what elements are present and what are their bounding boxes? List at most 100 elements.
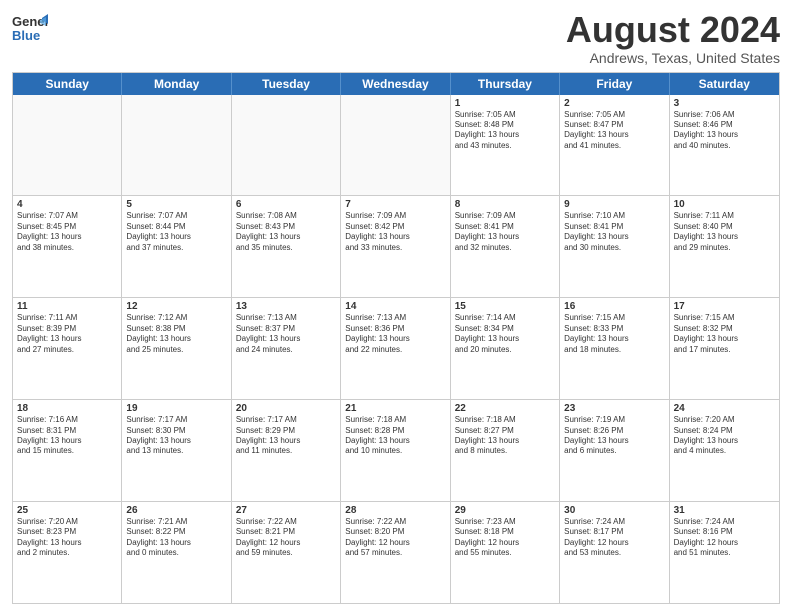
day-cell-7: 7Sunrise: 7:09 AM Sunset: 8:42 PM Daylig… xyxy=(341,196,450,297)
day-number: 29 xyxy=(455,505,555,516)
day-info: Sunrise: 7:22 AM Sunset: 8:21 PM Dayligh… xyxy=(236,517,336,559)
day-info: Sunrise: 7:19 AM Sunset: 8:26 PM Dayligh… xyxy=(564,415,664,457)
day-info: Sunrise: 7:14 AM Sunset: 8:34 PM Dayligh… xyxy=(455,313,555,355)
day-number: 26 xyxy=(126,505,226,516)
header-day-friday: Friday xyxy=(560,73,669,95)
day-info: Sunrise: 7:05 AM Sunset: 8:47 PM Dayligh… xyxy=(564,110,664,152)
day-cell-3: 3Sunrise: 7:06 AM Sunset: 8:46 PM Daylig… xyxy=(670,95,779,196)
day-cell-14: 14Sunrise: 7:13 AM Sunset: 8:36 PM Dayli… xyxy=(341,298,450,399)
day-number: 25 xyxy=(17,505,117,516)
day-cell-31: 31Sunrise: 7:24 AM Sunset: 8:16 PM Dayli… xyxy=(670,502,779,603)
day-cell-6: 6Sunrise: 7:08 AM Sunset: 8:43 PM Daylig… xyxy=(232,196,341,297)
logo: General Blue xyxy=(12,10,48,46)
page: General Blue August 2024 Andrews, Texas,… xyxy=(0,0,792,612)
day-number: 30 xyxy=(564,505,664,516)
day-info: Sunrise: 7:11 AM Sunset: 8:39 PM Dayligh… xyxy=(17,313,117,355)
day-number: 5 xyxy=(126,199,226,210)
subtitle: Andrews, Texas, United States xyxy=(566,50,780,66)
day-info: Sunrise: 7:20 AM Sunset: 8:24 PM Dayligh… xyxy=(674,415,775,457)
day-number: 28 xyxy=(345,505,445,516)
header-day-tuesday: Tuesday xyxy=(232,73,341,95)
day-cell-29: 29Sunrise: 7:23 AM Sunset: 8:18 PM Dayli… xyxy=(451,502,560,603)
day-info: Sunrise: 7:18 AM Sunset: 8:28 PM Dayligh… xyxy=(345,415,445,457)
empty-cell xyxy=(232,95,341,196)
day-cell-10: 10Sunrise: 7:11 AM Sunset: 8:40 PM Dayli… xyxy=(670,196,779,297)
day-info: Sunrise: 7:11 AM Sunset: 8:40 PM Dayligh… xyxy=(674,211,775,253)
day-info: Sunrise: 7:13 AM Sunset: 8:36 PM Dayligh… xyxy=(345,313,445,355)
day-number: 8 xyxy=(455,199,555,210)
day-number: 1 xyxy=(455,98,555,109)
empty-cell xyxy=(341,95,450,196)
header-day-sunday: Sunday xyxy=(13,73,122,95)
calendar-header: SundayMondayTuesdayWednesdayThursdayFrid… xyxy=(13,73,779,95)
day-cell-5: 5Sunrise: 7:07 AM Sunset: 8:44 PM Daylig… xyxy=(122,196,231,297)
day-number: 27 xyxy=(236,505,336,516)
logo-icon: General Blue xyxy=(12,10,48,46)
day-cell-1: 1Sunrise: 7:05 AM Sunset: 8:48 PM Daylig… xyxy=(451,95,560,196)
day-info: Sunrise: 7:20 AM Sunset: 8:23 PM Dayligh… xyxy=(17,517,117,559)
day-number: 24 xyxy=(674,403,775,414)
calendar: SundayMondayTuesdayWednesdayThursdayFrid… xyxy=(12,72,780,604)
day-cell-11: 11Sunrise: 7:11 AM Sunset: 8:39 PM Dayli… xyxy=(13,298,122,399)
day-number: 16 xyxy=(564,301,664,312)
day-info: Sunrise: 7:13 AM Sunset: 8:37 PM Dayligh… xyxy=(236,313,336,355)
day-cell-27: 27Sunrise: 7:22 AM Sunset: 8:21 PM Dayli… xyxy=(232,502,341,603)
header-day-thursday: Thursday xyxy=(451,73,560,95)
day-info: Sunrise: 7:18 AM Sunset: 8:27 PM Dayligh… xyxy=(455,415,555,457)
day-cell-19: 19Sunrise: 7:17 AM Sunset: 8:30 PM Dayli… xyxy=(122,400,231,501)
calendar-row-3: 18Sunrise: 7:16 AM Sunset: 8:31 PM Dayli… xyxy=(13,400,779,502)
calendar-body: 1Sunrise: 7:05 AM Sunset: 8:48 PM Daylig… xyxy=(13,95,779,603)
day-number: 14 xyxy=(345,301,445,312)
title-block: August 2024 Andrews, Texas, United State… xyxy=(566,10,780,66)
day-number: 22 xyxy=(455,403,555,414)
header-day-monday: Monday xyxy=(122,73,231,95)
day-cell-25: 25Sunrise: 7:20 AM Sunset: 8:23 PM Dayli… xyxy=(13,502,122,603)
day-number: 3 xyxy=(674,98,775,109)
day-info: Sunrise: 7:09 AM Sunset: 8:41 PM Dayligh… xyxy=(455,211,555,253)
day-info: Sunrise: 7:05 AM Sunset: 8:48 PM Dayligh… xyxy=(455,110,555,152)
day-cell-24: 24Sunrise: 7:20 AM Sunset: 8:24 PM Dayli… xyxy=(670,400,779,501)
day-number: 17 xyxy=(674,301,775,312)
day-cell-17: 17Sunrise: 7:15 AM Sunset: 8:32 PM Dayli… xyxy=(670,298,779,399)
day-cell-2: 2Sunrise: 7:05 AM Sunset: 8:47 PM Daylig… xyxy=(560,95,669,196)
day-number: 31 xyxy=(674,505,775,516)
day-cell-21: 21Sunrise: 7:18 AM Sunset: 8:28 PM Dayli… xyxy=(341,400,450,501)
day-number: 9 xyxy=(564,199,664,210)
day-info: Sunrise: 7:15 AM Sunset: 8:33 PM Dayligh… xyxy=(564,313,664,355)
day-info: Sunrise: 7:07 AM Sunset: 8:45 PM Dayligh… xyxy=(17,211,117,253)
day-cell-30: 30Sunrise: 7:24 AM Sunset: 8:17 PM Dayli… xyxy=(560,502,669,603)
day-cell-22: 22Sunrise: 7:18 AM Sunset: 8:27 PM Dayli… xyxy=(451,400,560,501)
day-cell-28: 28Sunrise: 7:22 AM Sunset: 8:20 PM Dayli… xyxy=(341,502,450,603)
day-info: Sunrise: 7:15 AM Sunset: 8:32 PM Dayligh… xyxy=(674,313,775,355)
day-cell-26: 26Sunrise: 7:21 AM Sunset: 8:22 PM Dayli… xyxy=(122,502,231,603)
day-number: 18 xyxy=(17,403,117,414)
day-info: Sunrise: 7:16 AM Sunset: 8:31 PM Dayligh… xyxy=(17,415,117,457)
day-info: Sunrise: 7:07 AM Sunset: 8:44 PM Dayligh… xyxy=(126,211,226,253)
day-cell-18: 18Sunrise: 7:16 AM Sunset: 8:31 PM Dayli… xyxy=(13,400,122,501)
calendar-row-2: 11Sunrise: 7:11 AM Sunset: 8:39 PM Dayli… xyxy=(13,298,779,400)
day-cell-16: 16Sunrise: 7:15 AM Sunset: 8:33 PM Dayli… xyxy=(560,298,669,399)
day-info: Sunrise: 7:24 AM Sunset: 8:16 PM Dayligh… xyxy=(674,517,775,559)
general-blue-logo-svg: General Blue xyxy=(12,10,48,46)
empty-cell xyxy=(13,95,122,196)
day-cell-8: 8Sunrise: 7:09 AM Sunset: 8:41 PM Daylig… xyxy=(451,196,560,297)
calendar-row-4: 25Sunrise: 7:20 AM Sunset: 8:23 PM Dayli… xyxy=(13,502,779,603)
day-cell-15: 15Sunrise: 7:14 AM Sunset: 8:34 PM Dayli… xyxy=(451,298,560,399)
header: General Blue August 2024 Andrews, Texas,… xyxy=(12,10,780,66)
day-info: Sunrise: 7:10 AM Sunset: 8:41 PM Dayligh… xyxy=(564,211,664,253)
day-info: Sunrise: 7:09 AM Sunset: 8:42 PM Dayligh… xyxy=(345,211,445,253)
day-info: Sunrise: 7:23 AM Sunset: 8:18 PM Dayligh… xyxy=(455,517,555,559)
day-number: 7 xyxy=(345,199,445,210)
day-info: Sunrise: 7:22 AM Sunset: 8:20 PM Dayligh… xyxy=(345,517,445,559)
day-number: 19 xyxy=(126,403,226,414)
day-cell-9: 9Sunrise: 7:10 AM Sunset: 8:41 PM Daylig… xyxy=(560,196,669,297)
day-number: 2 xyxy=(564,98,664,109)
day-cell-12: 12Sunrise: 7:12 AM Sunset: 8:38 PM Dayli… xyxy=(122,298,231,399)
day-info: Sunrise: 7:12 AM Sunset: 8:38 PM Dayligh… xyxy=(126,313,226,355)
day-info: Sunrise: 7:17 AM Sunset: 8:29 PM Dayligh… xyxy=(236,415,336,457)
main-title: August 2024 xyxy=(566,10,780,50)
calendar-row-1: 4Sunrise: 7:07 AM Sunset: 8:45 PM Daylig… xyxy=(13,196,779,298)
day-info: Sunrise: 7:08 AM Sunset: 8:43 PM Dayligh… xyxy=(236,211,336,253)
day-cell-23: 23Sunrise: 7:19 AM Sunset: 8:26 PM Dayli… xyxy=(560,400,669,501)
day-number: 10 xyxy=(674,199,775,210)
